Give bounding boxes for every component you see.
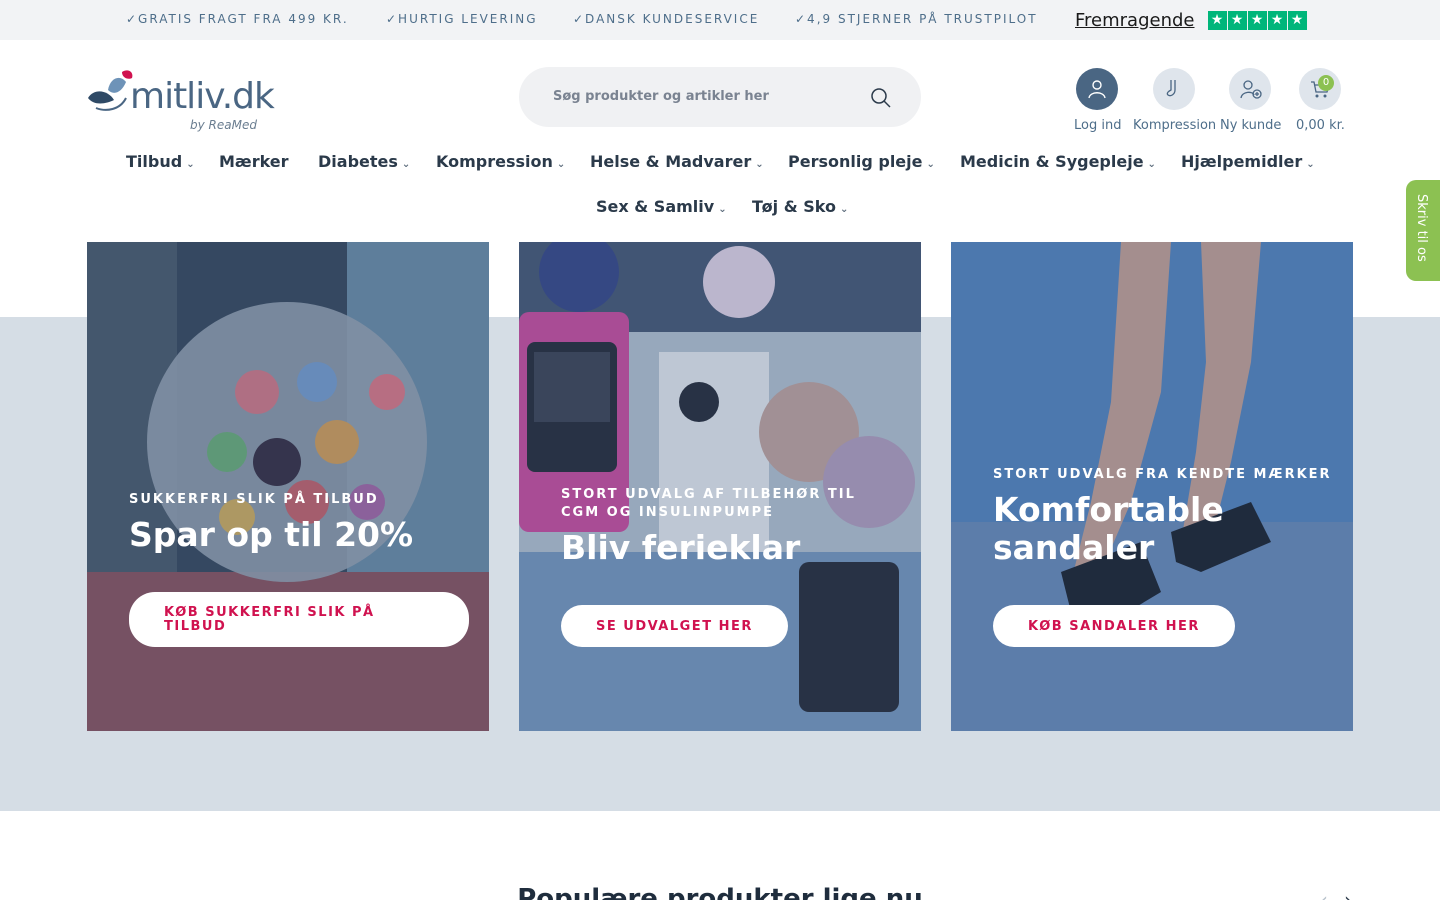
nav-item-maerker[interactable]: Mærker [219,152,289,171]
usp-bar: ✓GRATIS FRAGT FRA 499 KR. ✓HURTIG LEVERI… [0,0,1440,40]
see-selection-button[interactable]: SE UDVALGET HER [561,605,788,647]
star-icon: ★ [1207,10,1227,30]
login-label[interactable]: Log ind [1074,118,1121,133]
star-icon: ★ [1247,10,1267,30]
logo-byline: by ReaMed [190,118,257,132]
search-icon[interactable] [869,86,893,110]
cart-total-label[interactable]: 0,00 kr. [1296,118,1345,133]
chevron-down-icon: ⌄ [718,204,727,215]
search-input[interactable]: Søg produkter og artikler her [519,67,921,127]
star-icon: ★ [1287,10,1307,30]
user-icon [1088,80,1106,99]
card-headline: Spar op til 20% [129,515,414,554]
nav-item-helse-madvarer[interactable]: Helse & Madvarer ⌄ [590,152,764,171]
feedback-tab[interactable]: Skriv til os [1406,180,1440,281]
nav-item-sex-samliv[interactable]: Sex & Samliv ⌄ [596,197,727,216]
card-eyebrow: SUKKERFRI SLIK PÅ TILBUD [129,492,379,507]
chevron-down-icon: ⌄ [755,159,764,170]
site-logo[interactable]: mitliv.dk by ReaMed [86,66,275,136]
nav-item-diabetes[interactable]: Diabetes ⌄ [318,152,410,171]
add-user-icon [1240,80,1262,99]
chevron-down-icon: ⌄ [401,159,411,170]
carousel-next-icon[interactable]: › [1344,888,1352,900]
usp-fast-delivery: ✓HURTIG LEVERING [386,12,538,26]
star-icon: ★ [1227,10,1247,30]
usp-trustpilot-rating: ✓4,9 STJERNER PÅ TRUSTPILOT [795,12,1038,26]
new-customer-button[interactable] [1229,68,1271,110]
carousel-prev-icon[interactable]: ‹ [1320,888,1328,900]
buy-sandals-button[interactable]: KØB SANDALER HER [993,605,1235,647]
card-overlay [951,242,1353,731]
nav-item-toej-sko[interactable]: Tøj & Sko ⌄ [752,197,848,216]
promo-card-cgm-accessories[interactable]: STORT UDVALG AF TILBEHØR TIL CGM OG INSU… [519,242,921,731]
chevron-down-icon: ⌄ [839,204,849,215]
promo-card-sugarfree-candy[interactable]: SUKKERFRI SLIK PÅ TILBUD Spar op til 20%… [87,242,489,731]
chevron-down-icon: ⌄ [1147,159,1156,170]
card-eyebrow: STORT UDVALG FRA KENDTE MÆRKER [993,467,1332,482]
nav-item-kompression[interactable]: Kompression ⌄ [436,152,565,171]
feedback-tab-label: Skriv til os [1414,194,1429,262]
sock-icon [1166,80,1176,97]
usp-free-shipping: ✓GRATIS FRAGT FRA 499 KR. [126,12,349,26]
popular-products-title: Populære produkter lige nu [517,884,923,900]
usp-danish-service: ✓DANSK KUNDESERVICE [573,12,760,26]
chevron-down-icon: ⌄ [556,159,566,170]
nav-item-hjaelpemidler[interactable]: Hjælpemidler ⌄ [1181,152,1315,171]
promo-card-sandals[interactable]: STORT UDVALG FRA KENDTE MÆRKER Komfortab… [951,242,1353,731]
chevron-down-icon: ⌄ [186,159,195,170]
compression-label[interactable]: Kompression [1133,118,1216,133]
trustpilot-stars: ★ ★ ★ ★ ★ [1207,10,1308,30]
trustpilot-widget[interactable]: Fremragende ★ ★ ★ ★ ★ [1075,7,1308,33]
nav-item-personlig-pleje[interactable]: Personlig pleje ⌄ [788,152,935,171]
star-icon: ★ [1267,10,1287,30]
card-headline: Komfortable sandaler [993,490,1224,567]
login-button[interactable] [1076,68,1118,110]
nav-item-tilbud[interactable]: Tilbud ⌄ [126,152,195,171]
cart-count-badge: 0 [1318,75,1334,91]
card-headline: Bliv ferieklar [561,528,801,567]
search-placeholder: Søg produkter og artikler her [553,89,769,104]
card-overlay [87,242,489,731]
new-customer-label[interactable]: Ny kunde [1220,118,1281,133]
buy-sugarfree-candy-button[interactable]: KØB SUKKERFRI SLIK PÅ TILBUD [129,592,469,647]
card-eyebrow: STORT UDVALG AF TILBEHØR TIL CGM OG INSU… [561,487,856,520]
compression-button[interactable] [1153,68,1195,110]
trustpilot-rating-word[interactable]: Fremragende [1075,10,1195,31]
nav-item-medicin-sygepleje[interactable]: Medicin & Sygepleje ⌄ [960,152,1156,171]
chevron-down-icon: ⌄ [1306,159,1315,170]
chevron-down-icon: ⌄ [926,159,935,170]
logo-wordmark: mitliv.dk [130,76,275,117]
